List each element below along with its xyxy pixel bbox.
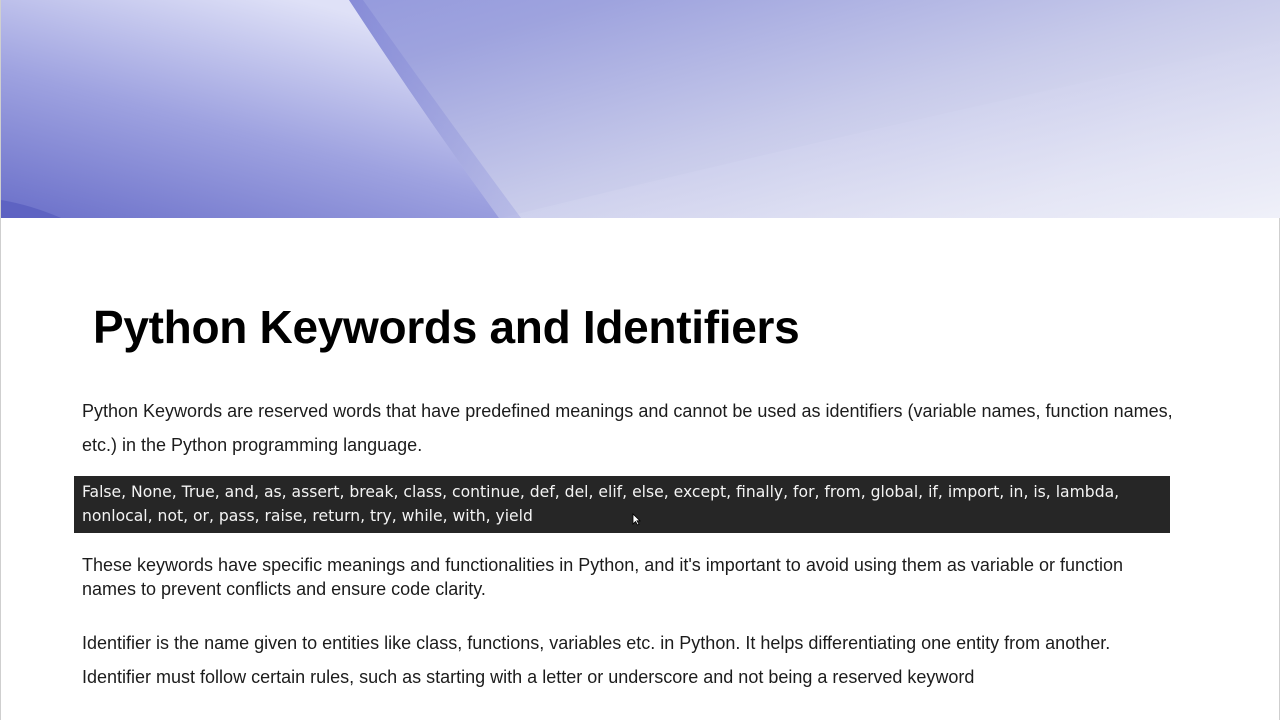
presentation-slide: Python Keywords and Identifiers Python K… (0, 0, 1280, 720)
header-banner (1, 0, 1280, 218)
keywords-definition-paragraph: Python Keywords are reserved words that … (82, 401, 1173, 455)
slide-title: Python Keywords and Identifiers (93, 301, 800, 353)
identifier-paragraph: Identifier is the name given to entities… (82, 633, 1111, 687)
banner-graphic (1, 0, 1280, 218)
mouse-cursor-icon (632, 513, 641, 531)
keywords-code-block: False, None, True, and, as, assert, brea… (74, 476, 1170, 533)
keywords-usage-paragraph: These keywords have specific meanings an… (82, 555, 1124, 599)
keywords-list: False, None, True, and, as, assert, brea… (82, 483, 1120, 525)
